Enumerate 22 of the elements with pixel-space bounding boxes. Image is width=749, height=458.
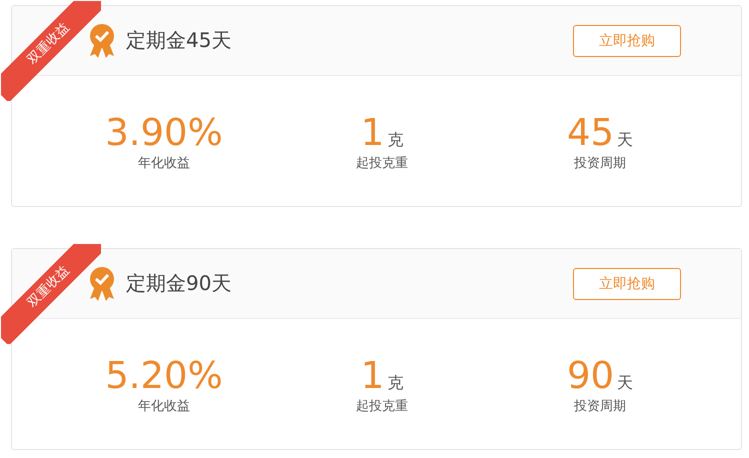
stat-unit: 天	[617, 373, 634, 394]
stat-unit: 克	[387, 130, 404, 151]
product-title: 定期金90天	[126, 270, 232, 297]
award-badge-icon	[88, 22, 116, 58]
stat-unit: 克	[387, 373, 404, 394]
stat-value: 3.90%	[105, 114, 223, 152]
award-badge-icon	[88, 266, 116, 302]
stat-label: 起投克重	[356, 155, 408, 172]
buy-now-button[interactable]: 立即抢购	[573, 24, 681, 56]
stat-unit: 天	[617, 130, 634, 151]
stat-label: 投资周期	[574, 155, 626, 172]
stat-value: 90	[566, 357, 614, 395]
stat-value: 5.20%	[105, 357, 223, 395]
stat-label: 年化收益	[138, 155, 190, 172]
stat-label: 投资周期	[574, 398, 626, 415]
product-title: 定期金45天	[126, 27, 232, 54]
stat-value: 1	[360, 357, 384, 395]
buy-now-button[interactable]: 立即抢购	[573, 268, 681, 300]
stat-label: 年化收益	[138, 398, 190, 415]
stat-value: 45	[566, 114, 614, 152]
stat-label: 起投克重	[356, 398, 408, 415]
stat-value: 1	[360, 114, 384, 152]
